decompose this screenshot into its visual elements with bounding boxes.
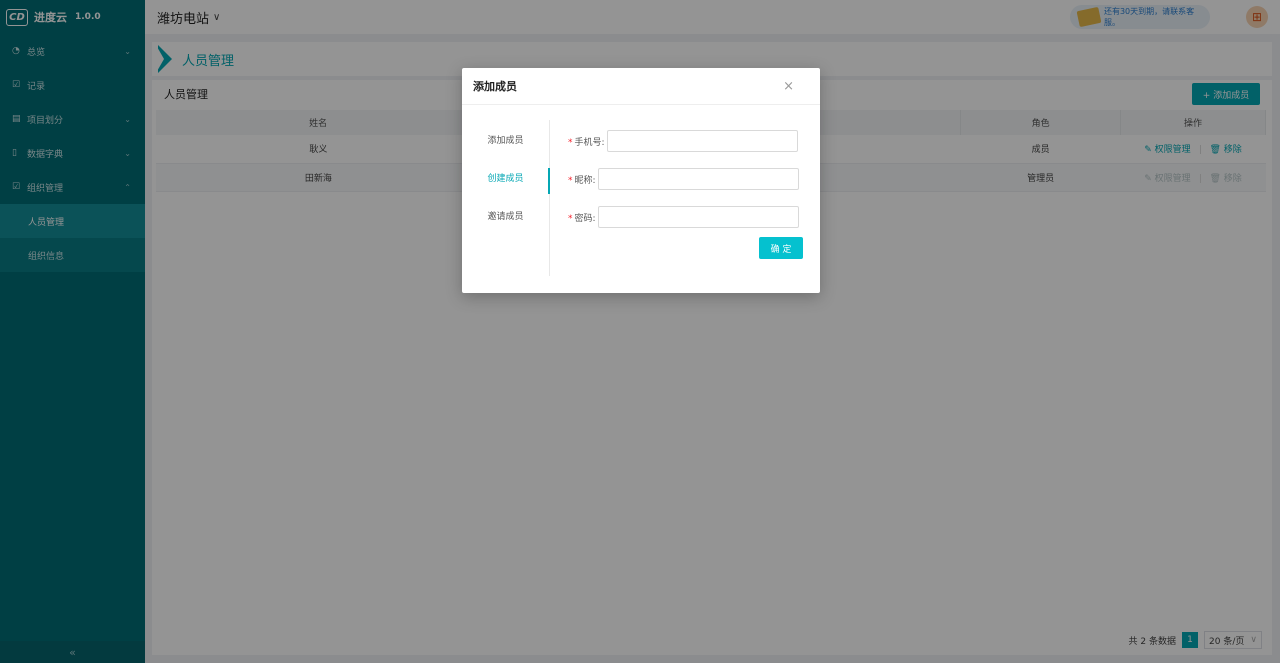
dialog-header: 添加成员 ×: [462, 68, 820, 105]
confirm-button[interactable]: 确 定: [759, 237, 803, 259]
nickname-label: * 昵称:: [568, 175, 596, 186]
tab-create-member[interactable]: 创建成员: [462, 158, 550, 196]
tab-invite-member[interactable]: 邀请成员: [462, 196, 549, 234]
nickname-input[interactable]: [597, 168, 799, 190]
phone-label: * 手机号:: [568, 137, 605, 148]
create-member-form: * 手机号: * 昵称: * 密码:: [568, 122, 799, 236]
password-input[interactable]: [597, 206, 799, 228]
add-member-dialog: 添加成员 × 添加成员 创建成员 邀请成员 * 手机号: * 昵称: * 密码: 确 …: [462, 68, 820, 293]
close-icon[interactable]: ×: [783, 79, 794, 94]
dialog-tabs: 添加成员 创建成员 邀请成员: [462, 120, 550, 276]
password-label: * 密码:: [568, 213, 596, 224]
phone-input[interactable]: [606, 130, 798, 152]
tab-add-member[interactable]: 添加成员: [462, 120, 549, 158]
nickname-row: * 昵称:: [568, 160, 799, 198]
dialog-title: 添加成员: [473, 80, 517, 93]
password-row: * 密码:: [568, 198, 799, 236]
phone-row: * 手机号:: [568, 122, 799, 160]
